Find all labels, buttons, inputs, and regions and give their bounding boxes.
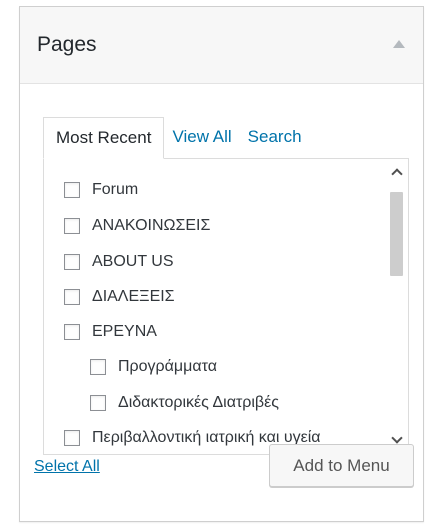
item-label: ABOUT US (92, 253, 174, 270)
item-label: ΑΝΑΚΟΙΝΩΣΕΙΣ (92, 217, 211, 234)
list-item-anakoinoseis[interactable]: ΑΝΑΚΟΙΝΩΣΕΙΣ (64, 217, 210, 235)
list-item-didaktorikes-diatrives[interactable]: Διδακτορικές Διατριβές (90, 394, 279, 412)
checkbox[interactable] (64, 289, 80, 305)
list-item-erevna[interactable]: ΕΡΕΥΝΑ (64, 323, 157, 341)
panel-header[interactable]: Pages (20, 7, 423, 84)
list-scrollbar[interactable] (386, 159, 408, 454)
list-item-forum[interactable]: Forum (64, 181, 138, 199)
checkbox[interactable] (64, 430, 80, 446)
list-item-dialekseis[interactable]: ΔΙΑΛΕΞΕΙΣ (64, 288, 175, 306)
list-item-programmata[interactable]: Προγράμματα (90, 358, 217, 376)
checkbox[interactable] (90, 395, 106, 411)
panel-title: Pages (37, 33, 97, 56)
item-label: Forum (92, 181, 139, 198)
checkbox[interactable] (90, 359, 106, 375)
pages-checklist: Forum ΑΝΑΚΟΙΝΩΣΕΙΣ ABOUT US ΔΙΑΛΕΞΕΙΣ ΕΡ… (43, 158, 409, 455)
select-all-link[interactable]: Select All (34, 458, 100, 476)
add-to-menu-button[interactable]: Add to Menu (269, 444, 414, 487)
scroll-up-arrow-icon[interactable] (391, 167, 403, 179)
list-item-about-us[interactable]: ABOUT US (64, 253, 174, 271)
item-label: ΕΡΕΥΝΑ (92, 323, 157, 340)
tab-bar: Most Recent View All Search (43, 117, 310, 159)
checkbox[interactable] (64, 324, 80, 340)
pages-list: Forum ΑΝΑΚΟΙΝΩΣΕΙΣ ABOUT US ΔΙΑΛΕΞΕΙΣ ΕΡ… (44, 159, 386, 454)
item-label: ΔΙΑΛΕΞΕΙΣ (92, 288, 175, 305)
checkbox[interactable] (64, 254, 80, 270)
tab-search[interactable]: Search (240, 117, 310, 159)
pages-panel: Pages Most Recent View All Search Forum … (19, 6, 424, 522)
tab-most-recent[interactable]: Most Recent (43, 117, 165, 159)
item-label: Διδακτορικές Διατριβές (118, 394, 279, 411)
item-label: Προγράμματα (118, 358, 217, 375)
checkbox[interactable] (64, 182, 80, 198)
scrollbar-thumb[interactable] (390, 192, 403, 276)
tab-view-all[interactable]: View All (164, 117, 239, 159)
collapse-arrow-icon[interactable] (393, 40, 405, 48)
checkbox[interactable] (64, 218, 80, 234)
